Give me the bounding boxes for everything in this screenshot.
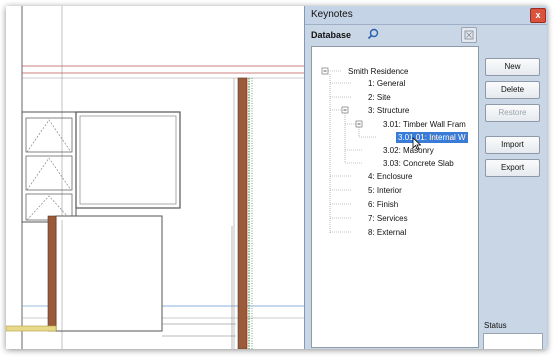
status-field xyxy=(483,333,543,349)
status-label: Status xyxy=(484,321,507,330)
restore-button[interactable]: Restore xyxy=(485,104,540,122)
tree-item[interactable]: 3.01: Timber Wall Fram xyxy=(383,119,466,130)
tree-item[interactable]: 7: Services xyxy=(368,213,408,224)
tree-item[interactable]: 5: Interior xyxy=(368,185,402,196)
tree-item[interactable]: 3.02: Masonry xyxy=(383,145,434,156)
floor-plan-drawing xyxy=(6,6,304,349)
tree-root[interactable]: Smith Residence xyxy=(348,66,408,77)
tree-connectors xyxy=(321,67,376,233)
tree-item[interactable]: 6: Finish xyxy=(368,199,398,210)
search-icon[interactable] xyxy=(367,28,379,40)
keynotes-panel: Keynotes x Database Smith Residence 1: G… xyxy=(304,6,547,349)
tree-item[interactable]: 3.03: Concrete Slab xyxy=(383,158,454,169)
delete-button[interactable]: Delete xyxy=(485,81,540,99)
export-button[interactable]: Export xyxy=(485,159,540,177)
new-button[interactable]: New xyxy=(485,58,540,76)
clear-search-icon[interactable] xyxy=(461,27,477,43)
tree-item[interactable]: 4: Enclosure xyxy=(368,171,412,182)
tree-item[interactable]: 2: Site xyxy=(368,92,391,103)
tree-item[interactable]: 8: External xyxy=(368,227,406,238)
drawing-canvas[interactable] xyxy=(6,6,304,349)
keynote-tree[interactable]: Smith Residence 1: General 2: Site 3: St… xyxy=(311,46,479,348)
tree-item[interactable]: 1: General xyxy=(368,78,405,89)
panel-title: Keynotes xyxy=(311,9,353,20)
database-search-bar: Database xyxy=(309,26,477,44)
tree-item[interactable]: 3: Structure xyxy=(368,105,409,116)
mouse-cursor-icon xyxy=(412,137,422,151)
import-button[interactable]: Import xyxy=(485,136,540,154)
tree-item-selected[interactable]: 3.01.01: Internal W xyxy=(396,132,468,143)
close-icon[interactable]: x xyxy=(530,8,546,23)
database-label: Database xyxy=(311,30,352,40)
app-window: Keynotes x Database Smith Residence 1: G… xyxy=(6,6,547,349)
panel-titlebar[interactable]: Keynotes x xyxy=(305,6,547,25)
